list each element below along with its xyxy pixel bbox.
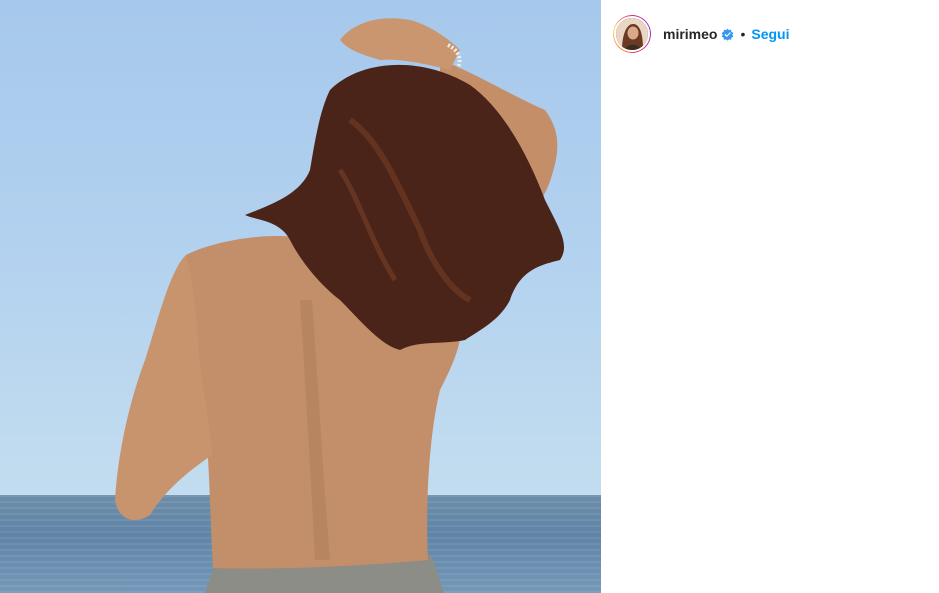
image-figure — [115, 18, 565, 593]
post-header: mirimeo • Segui — [601, 0, 939, 68]
avatar[interactable] — [614, 16, 650, 52]
header-separator: • — [740, 26, 746, 42]
profile-photo-icon — [616, 18, 648, 50]
follow-button[interactable]: Segui — [751, 26, 789, 42]
avatar-story-ring[interactable] — [613, 15, 651, 53]
post-image[interactable] — [0, 0, 601, 593]
instagram-post: mirimeo • Segui — [0, 0, 939, 593]
verified-badge-icon — [722, 28, 734, 41]
username[interactable]: mirimeo — [663, 26, 717, 42]
